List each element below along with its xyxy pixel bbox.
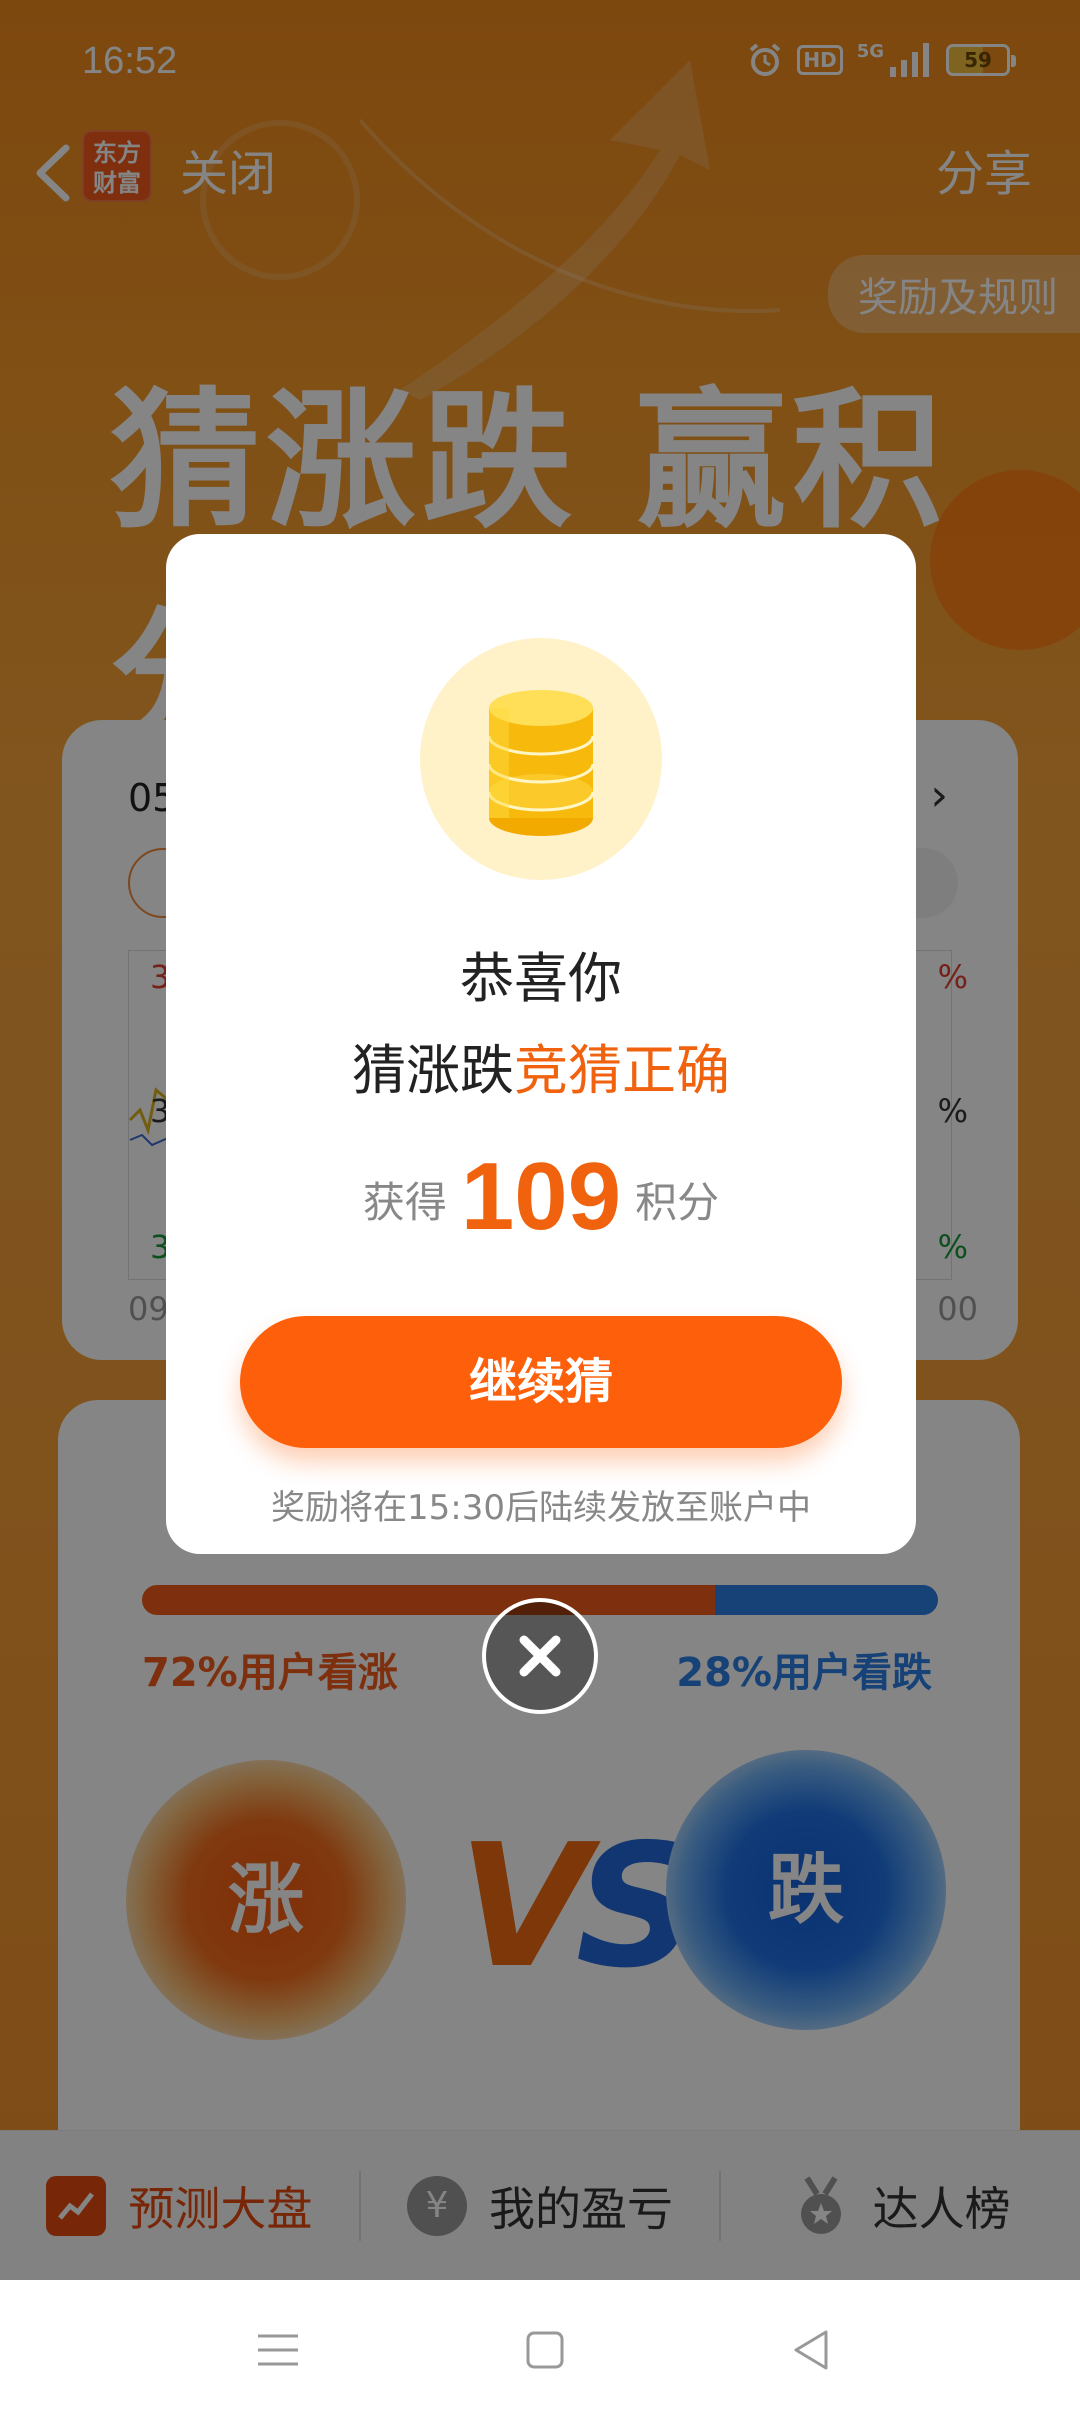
points-suffix: 积分 <box>635 1178 720 1227</box>
continue-guess-button[interactable]: 继续猜 <box>240 1316 842 1448</box>
points-value: 109 <box>460 1143 622 1250</box>
dialog-subtitle: 猜涨跌竞猜正确 <box>166 1026 916 1105</box>
points-line: 获得 109 积分 <box>166 1142 916 1252</box>
system-nav-bar <box>0 2280 1080 2412</box>
subtitle-highlight: 竞猜正确 <box>514 1039 730 1102</box>
menu-icon[interactable] <box>248 2320 308 2380</box>
points-prefix: 获得 <box>362 1178 447 1227</box>
dialog-title: 恭喜你 <box>460 947 622 1010</box>
close-icon <box>519 1635 561 1677</box>
coin-badge <box>420 638 662 880</box>
back-triangle-icon[interactable] <box>782 2320 842 2380</box>
subtitle-prefix: 猜涨跌 <box>352 1039 514 1102</box>
result-dialog: 恭喜你 猜涨跌竞猜正确 获得 109 积分 继续猜 奖励将在15:30后陆续发放至账… <box>166 534 916 1554</box>
dialog-close-button[interactable] <box>482 1598 598 1714</box>
home-icon[interactable] <box>515 2320 575 2380</box>
coins-icon <box>487 690 595 836</box>
reward-note: 奖励将在15:30后陆续发放至账户中 <box>271 1488 811 1528</box>
